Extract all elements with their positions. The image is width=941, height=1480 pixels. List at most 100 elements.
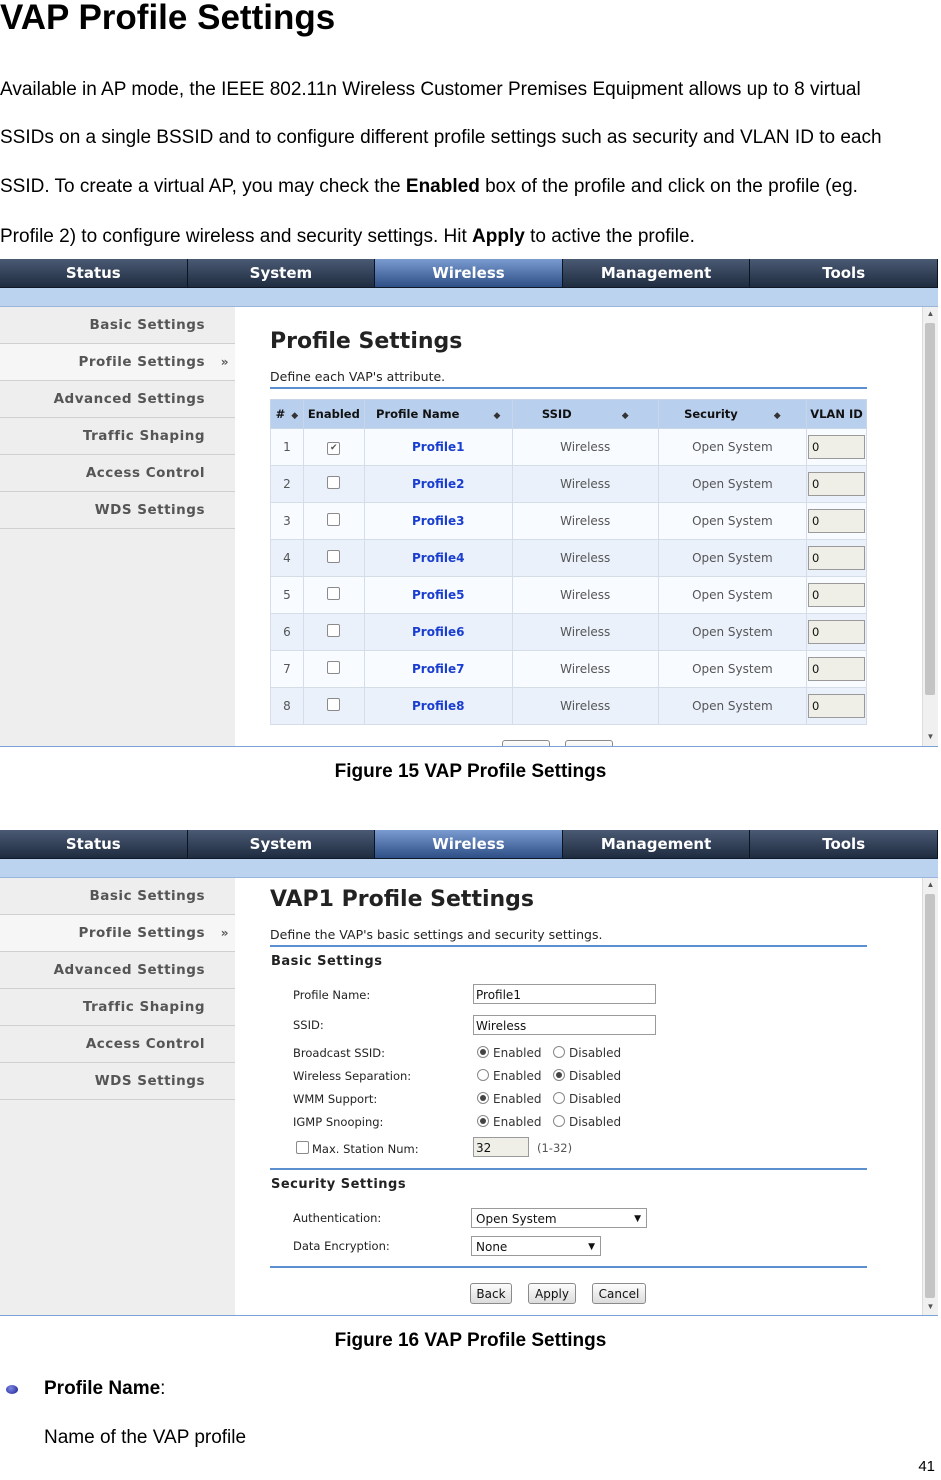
vlan-cell: 0 <box>806 613 867 651</box>
column-header-ssid[interactable]: SSID ◆ <box>511 399 659 429</box>
max-station-checkbox-row[interactable]: Max. Station Num: <box>296 1141 419 1156</box>
row-number-cell: 8 <box>270 687 304 725</box>
sidebar-item-access-control[interactable]: Access Control <box>0 1026 235 1063</box>
wireless-separation-disabled-radio[interactable]: Disabled <box>553 1069 621 1083</box>
security-value: Open System <box>692 588 773 602</box>
sidebar-item-wds-settings[interactable]: WDS Settings <box>0 1063 235 1100</box>
column-header-enabled: Enabled <box>302 399 365 429</box>
scrollbar[interactable]: ▲ ▼ <box>922 878 938 1315</box>
scroll-down-icon[interactable]: ▼ <box>923 1300 938 1314</box>
broadcast-ssid-disabled-radio[interactable]: Disabled <box>553 1046 621 1060</box>
enabled-checkbox[interactable] <box>327 587 341 600</box>
figure-15-screenshot: Status System Wireless Management Tools … <box>0 259 938 747</box>
column-header-number[interactable]: # ◆ <box>270 399 304 429</box>
back-button[interactable]: Back <box>470 1283 512 1304</box>
ssid-value: Wireless <box>560 440 611 454</box>
vlan-id-input[interactable]: 0 <box>808 435 865 459</box>
sidebar-item-basic-settings[interactable]: Basic Settings <box>0 878 235 915</box>
authentication-select[interactable]: Open System ▼ <box>471 1208 647 1228</box>
nav-tab-system[interactable]: System <box>188 259 376 287</box>
wmm-support-enabled-radio[interactable]: Enabled <box>477 1092 542 1106</box>
scroll-up-icon[interactable]: ▲ <box>923 307 938 321</box>
profile-name-cell: Profile1 <box>363 428 513 466</box>
nav-tab-tools[interactable]: Tools <box>750 259 938 287</box>
row-number-cell: 5 <box>270 576 304 614</box>
sidebar-item-traffic-shaping[interactable]: Traffic Shaping <box>0 989 235 1026</box>
profile-link[interactable]: Profile7 <box>412 662 464 676</box>
vlan-id-input[interactable]: 0 <box>808 583 865 607</box>
scroll-thumb[interactable] <box>925 894 935 1298</box>
wmm-support-disabled-radio[interactable]: Disabled <box>553 1092 621 1106</box>
sidebar-item-access-control[interactable]: Access Control <box>0 455 235 492</box>
sidebar-item-profile-settings[interactable]: Profile Settings » <box>0 344 235 381</box>
nav-tab-wireless[interactable]: Wireless <box>375 259 563 287</box>
profile-link[interactable]: Profile6 <box>412 625 464 639</box>
vlan-id-input[interactable]: 0 <box>808 657 865 681</box>
max-station-input[interactable]: 32 <box>473 1137 529 1157</box>
radio-selected-icon <box>553 1069 565 1081</box>
sidebar-item-wds-settings[interactable]: WDS Settings <box>0 492 235 529</box>
vlan-id-input[interactable]: 0 <box>808 694 865 718</box>
vlan-id-input[interactable]: 0 <box>808 620 865 644</box>
wireless-separation-enabled-radio[interactable]: Enabled <box>477 1069 542 1083</box>
vlan-cell: 0 <box>806 650 867 688</box>
security-value: Open System <box>692 514 773 528</box>
nav-tab-tools[interactable]: Tools <box>750 830 938 858</box>
apply-button[interactable]: Apply <box>528 1283 576 1304</box>
column-header-profile-name[interactable]: Profile Name ◆ <box>363 399 513 429</box>
nav-tab-management[interactable]: Management <box>563 259 751 287</box>
scroll-down-icon[interactable]: ▼ <box>923 730 938 744</box>
enabled-checkbox[interactable] <box>327 661 341 674</box>
sidebar-item-advanced-settings[interactable]: Advanced Settings <box>0 381 235 418</box>
table-row: 2 Profile2 Wireless Open System 0 <box>270 465 867 503</box>
sidebar-item-profile-settings[interactable]: Profile Settings » <box>0 915 235 952</box>
profile-link[interactable]: Profile4 <box>412 551 464 565</box>
enabled-checkbox[interactable] <box>327 550 341 563</box>
vlan-id-input[interactable]: 0 <box>808 546 865 570</box>
profile-name-input[interactable]: Profile1 <box>473 984 656 1004</box>
enabled-checkbox[interactable] <box>327 624 341 637</box>
column-header-security[interactable]: Security ◆ <box>657 399 808 429</box>
cancel-button-partial[interactable] <box>565 740 613 746</box>
enabled-checkbox[interactable] <box>327 476 341 489</box>
vlan-cell: 0 <box>806 539 867 577</box>
profile-link[interactable]: Profile2 <box>412 477 464 491</box>
title-divider <box>270 945 867 947</box>
nav-tab-status[interactable]: Status <box>0 259 188 287</box>
sidebar-item-advanced-settings[interactable]: Advanced Settings <box>0 952 235 989</box>
encryption-selected-value: None <box>476 1240 508 1254</box>
security-value: Open System <box>692 440 773 454</box>
nav-tab-system[interactable]: System <box>188 830 376 858</box>
nav-tab-wireless[interactable]: Wireless <box>375 830 563 858</box>
sidebar-item-basic-settings[interactable]: Basic Settings <box>0 307 235 344</box>
sidebar-item-label: Profile Settings <box>78 354 205 370</box>
cancel-button[interactable]: Cancel <box>592 1283 646 1304</box>
vlan-id-input[interactable]: 0 <box>808 472 865 496</box>
header-label: Profile Name <box>376 407 460 421</box>
profile-link[interactable]: Profile5 <box>412 588 464 602</box>
enabled-checkbox[interactable]: ✔ <box>327 442 341 455</box>
nav-tab-management[interactable]: Management <box>563 830 751 858</box>
sort-icon: ◆ <box>621 411 629 421</box>
igmp-snooping-disabled-radio[interactable]: Disabled <box>553 1115 621 1129</box>
vlan-id-input[interactable]: 0 <box>808 509 865 533</box>
igmp-snooping-enabled-radio[interactable]: Enabled <box>477 1115 542 1129</box>
profile-link[interactable]: Profile8 <box>412 699 464 713</box>
broadcast-ssid-enabled-radio[interactable]: Enabled <box>477 1046 542 1060</box>
header-label: VLAN ID <box>810 407 863 421</box>
profile-link[interactable]: Profile1 <box>412 440 464 454</box>
data-encryption-select[interactable]: None ▼ <box>471 1236 601 1256</box>
apply-button-partial[interactable] <box>502 740 550 746</box>
ssid-input[interactable]: Wireless <box>473 1015 656 1035</box>
scroll-thumb[interactable] <box>925 323 935 695</box>
sidebar: Basic Settings Profile Settings » Advance… <box>0 878 235 1315</box>
nav-tab-status[interactable]: Status <box>0 830 188 858</box>
profile-link[interactable]: Profile3 <box>412 514 464 528</box>
enabled-checkbox[interactable] <box>327 513 341 526</box>
scrollbar[interactable]: ▲ ▼ <box>922 307 938 746</box>
sidebar-item-traffic-shaping[interactable]: Traffic Shaping <box>0 418 235 455</box>
max-station-checkbox[interactable] <box>296 1141 309 1154</box>
scroll-up-icon[interactable]: ▲ <box>923 878 938 892</box>
enabled-checkbox[interactable] <box>327 698 341 711</box>
ssid-value: Wireless <box>560 662 611 676</box>
